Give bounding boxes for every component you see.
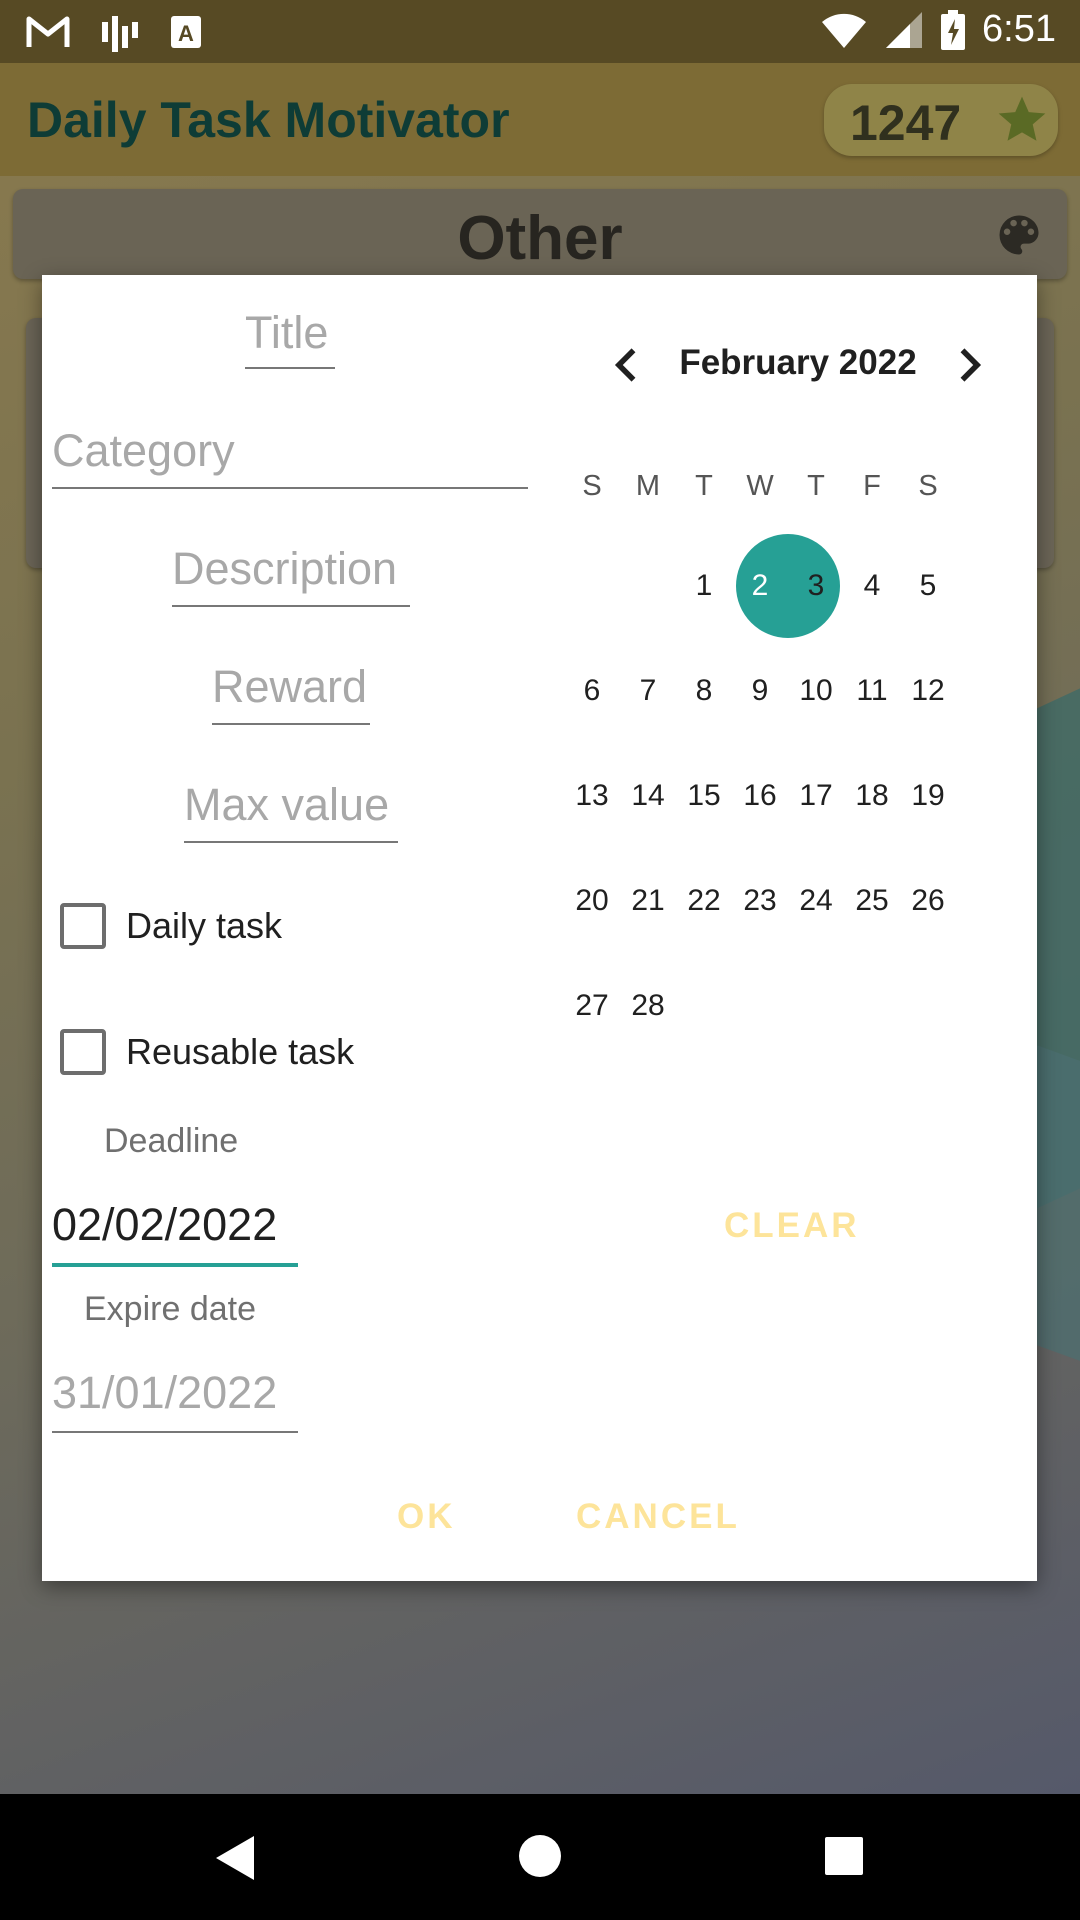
weekday-header: S — [582, 470, 602, 502]
weekday-header: F — [863, 470, 881, 502]
navigation-bar — [0, 1794, 1080, 1920]
home-nav-icon[interactable] — [518, 1834, 562, 1878]
checkbox-box[interactable] — [60, 1029, 106, 1075]
battery-charging-icon — [941, 9, 966, 50]
calendar-day[interactable]: 10 — [788, 674, 844, 708]
calendar-day[interactable]: 4 — [844, 569, 900, 603]
calendar-day[interactable]: 8 — [676, 674, 732, 708]
deadline-value: 02/02/2022 — [52, 1199, 278, 1250]
calendar-day[interactable]: 3 — [788, 569, 844, 603]
calendar-day[interactable]: 14 — [620, 779, 676, 813]
score-value: 1247 — [850, 95, 962, 151]
weekday-header: W — [746, 470, 774, 502]
calendar-day[interactable]: 11 — [844, 674, 900, 708]
calendar-day[interactable]: 28 — [620, 989, 676, 1023]
title-placeholder: Title — [245, 307, 329, 358]
wifi-icon — [822, 13, 867, 48]
calendar-day[interactable]: 7 — [620, 674, 676, 708]
reward-input[interactable]: Reward — [212, 661, 370, 725]
calendar-day[interactable]: 21 — [620, 884, 676, 918]
calendar-day-selected[interactable]: 2 — [732, 569, 788, 603]
cell-signal-icon — [886, 11, 923, 48]
weekday-header: T — [807, 470, 825, 502]
calendar-day[interactable]: 18 — [844, 779, 900, 813]
calendar-day[interactable]: 1 — [676, 569, 732, 603]
back-nav-icon[interactable] — [214, 1834, 258, 1882]
calendar-month-label: February 2022 — [679, 343, 917, 382]
new-task-dialog: Title Category Description Reward Max va… — [42, 275, 1037, 1581]
deadline-label: Deadline — [104, 1122, 239, 1160]
category-title: Other — [457, 204, 623, 273]
clock: 6:51 — [982, 8, 1056, 50]
calendar-day[interactable]: 5 — [900, 569, 956, 603]
max-value-input[interactable]: Max value — [184, 779, 398, 843]
calendar-day[interactable]: 23 — [732, 884, 788, 918]
calendar-day[interactable]: 6 — [564, 674, 620, 708]
category-placeholder: Category — [52, 425, 235, 476]
description-input[interactable]: Description — [172, 543, 410, 607]
category-input[interactable]: Category — [52, 425, 528, 489]
calendar-day[interactable]: 15 — [676, 779, 732, 813]
calendar-day[interactable]: 19 — [900, 779, 956, 813]
calendar-day[interactable]: 9 — [732, 674, 788, 708]
expire-date-label: Expire date — [84, 1290, 256, 1328]
calendar-day[interactable]: 26 — [900, 884, 956, 918]
max-value-placeholder: Max value — [184, 779, 390, 830]
recents-nav-icon[interactable] — [824, 1836, 864, 1876]
status-bar: A 6:51 — [0, 0, 1080, 63]
cancel-button[interactable]: CANCEL — [576, 1497, 740, 1537]
title-input[interactable]: Title — [245, 307, 335, 369]
expire-date-value: 31/01/2022 — [52, 1367, 278, 1418]
calendar-day[interactable]: 24 — [788, 884, 844, 918]
calendar-day[interactable]: 17 — [788, 779, 844, 813]
checkbox-box[interactable] — [60, 903, 106, 949]
ok-button[interactable]: OK — [397, 1497, 456, 1537]
daily-task-label: Daily task — [126, 905, 283, 946]
reusable-task-checkbox[interactable]: Reusable task — [60, 1029, 354, 1075]
star-icon — [998, 96, 1046, 141]
weekday-header: M — [635, 470, 661, 502]
calendar-day[interactable]: 20 — [564, 884, 620, 918]
weekday-header: S — [918, 470, 938, 502]
app-title: Daily Task Motivator — [27, 92, 510, 148]
calendar-day[interactable]: 22 — [676, 884, 732, 918]
score-badge[interactable]: 1247 — [824, 84, 1058, 156]
svg-text:A: A — [178, 21, 194, 46]
gmail-icon — [26, 16, 70, 47]
signal-bars-icon — [102, 16, 138, 52]
palette-icon[interactable] — [993, 209, 1045, 261]
text-a-icon: A — [171, 16, 201, 48]
app-bar: Daily Task Motivator 1247 — [0, 63, 1080, 176]
calendar-header: February 2022 — [598, 335, 998, 395]
chevron-right-icon[interactable] — [946, 343, 990, 387]
expire-date-field[interactable]: 31/01/2022 — [52, 1367, 298, 1433]
deadline-field[interactable]: 02/02/2022 — [52, 1199, 298, 1267]
calendar-day[interactable]: 25 — [844, 884, 900, 918]
category-header[interactable]: Other — [13, 189, 1067, 279]
calendar-day[interactable]: 12 — [900, 674, 956, 708]
calendar-day[interactable]: 13 — [564, 779, 620, 813]
weekday-header: T — [695, 470, 713, 502]
description-placeholder: Description — [172, 543, 398, 594]
daily-task-checkbox[interactable]: Daily task — [60, 903, 282, 949]
reusable-task-label: Reusable task — [126, 1031, 355, 1072]
clear-button[interactable]: CLEAR — [724, 1206, 860, 1246]
calendar-day[interactable]: 16 — [732, 779, 788, 813]
calendar-day[interactable]: 27 — [564, 989, 620, 1023]
reward-placeholder: Reward — [212, 661, 368, 712]
